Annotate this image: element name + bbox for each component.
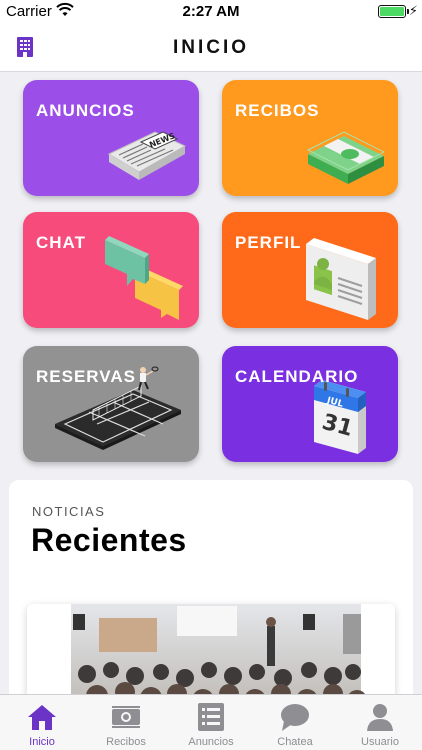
tile-reservas-label: RESERVAS xyxy=(36,367,136,386)
tab-bar: Inicio Recibos Anuncios Chatea Usuario xyxy=(0,694,422,750)
tile-anuncios[interactable]: ANUNCIOS NEWS xyxy=(23,80,199,196)
news-card[interactable]: NOTICIAS Recientes xyxy=(9,480,413,720)
status-bar: Carrier 2:27 AM ⚡ xyxy=(0,0,422,24)
tab-chatea[interactable]: Chatea xyxy=(253,695,337,750)
tab-chatea-label: Chatea xyxy=(277,736,313,748)
tile-chat[interactable]: CHAT xyxy=(23,212,199,328)
charging-icon: ⚡ xyxy=(408,3,418,18)
tab-recibos[interactable]: Recibos xyxy=(84,695,168,750)
tab-anuncios[interactable]: Anuncios xyxy=(169,695,253,750)
id-card-icon xyxy=(306,238,376,320)
tile-chat-label: CHAT xyxy=(36,233,86,252)
house-icon xyxy=(28,705,56,730)
tile-perfil-label: PERFIL xyxy=(235,233,302,252)
tab-inicio[interactable]: Inicio xyxy=(0,695,84,750)
nav-bar: INICIO xyxy=(0,24,422,72)
money-icon xyxy=(112,706,140,728)
chat-icon xyxy=(281,704,309,731)
money-icon xyxy=(306,131,386,184)
tab-anuncios-label: Anuncios xyxy=(188,736,234,748)
tile-calendario-label: CALENDARIO xyxy=(235,367,359,386)
tile-recibos-label: RECIBOS xyxy=(235,101,320,120)
tile-calendario[interactable]: CALENDARIO JUL 31 xyxy=(222,346,398,462)
tile-reservas[interactable]: RESERVAS xyxy=(23,346,199,462)
page-title: INICIO xyxy=(172,37,250,58)
tile-recibos[interactable]: RECIBOS xyxy=(222,80,398,196)
tab-recibos-label: Recibos xyxy=(106,736,146,748)
tab-usuario-label: Usuario xyxy=(361,736,399,748)
tab-usuario[interactable]: Usuario xyxy=(338,695,422,750)
newspaper-icon: NEWS xyxy=(107,131,187,180)
chat-bubbles-icon xyxy=(105,236,183,320)
tab-inicio-label: Inicio xyxy=(29,736,55,748)
user-icon xyxy=(367,704,393,731)
news-kicker: NOTICIAS xyxy=(32,504,106,519)
news-heading: Recientes xyxy=(31,522,187,558)
tile-anuncios-label: ANUNCIOS xyxy=(36,101,135,120)
status-time: 2:27 AM xyxy=(182,3,240,20)
tile-perfil[interactable]: PERFIL xyxy=(222,212,398,328)
list-icon xyxy=(198,703,224,731)
battery-icon xyxy=(378,5,409,18)
